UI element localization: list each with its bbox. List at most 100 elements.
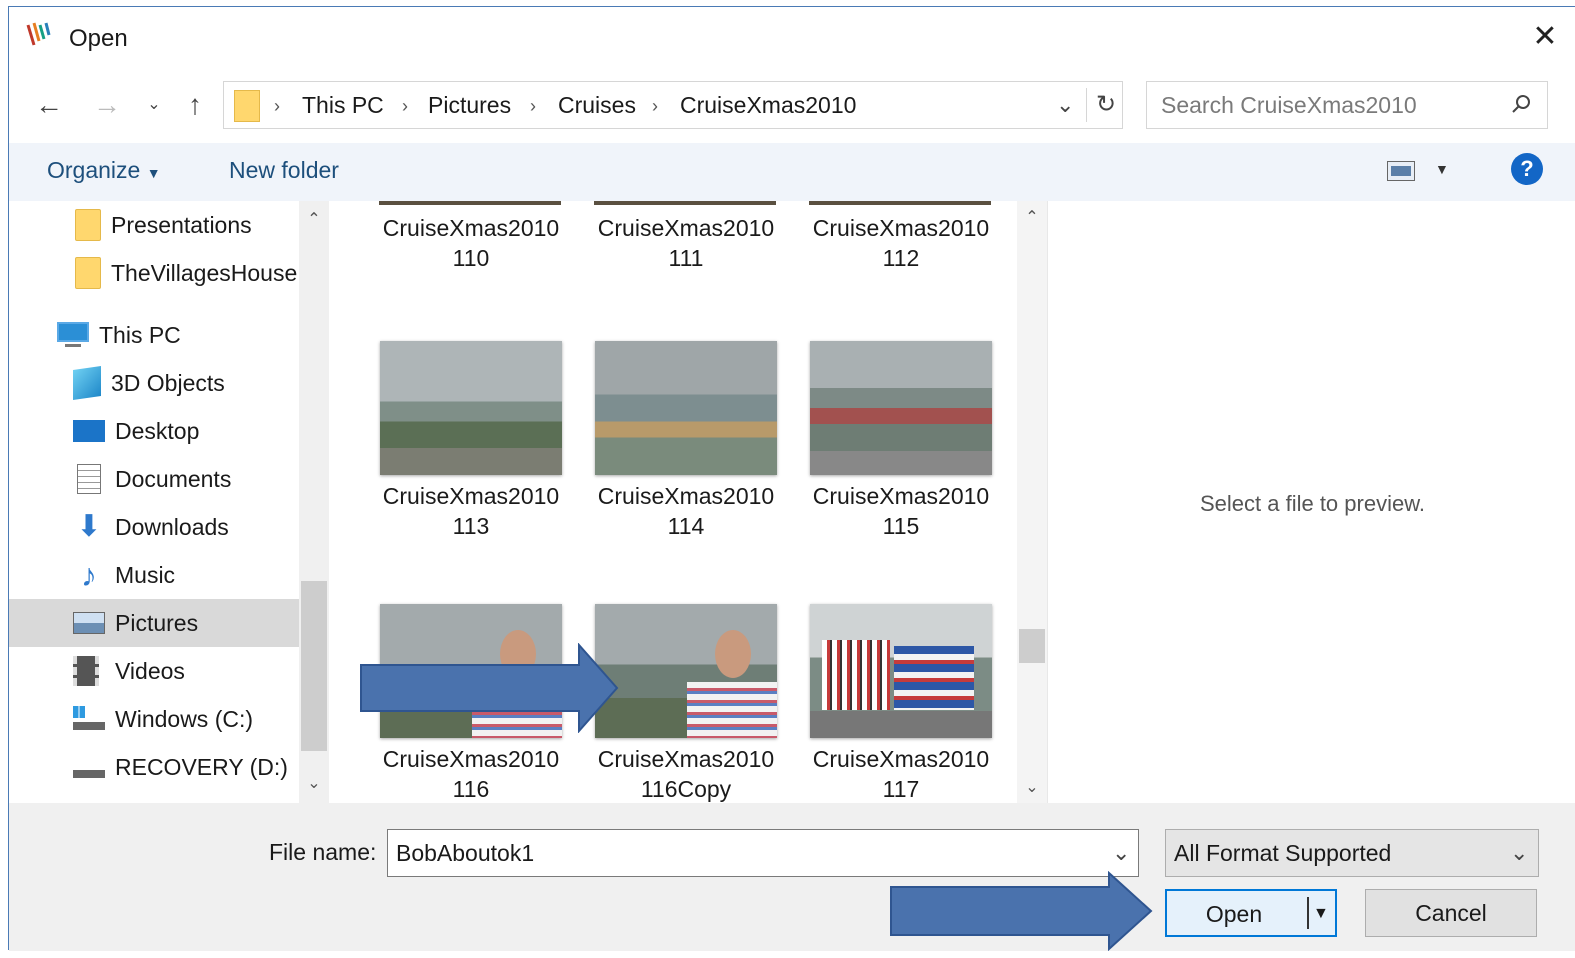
- breadcrumb-cruisexmas2010[interactable]: CruiseXmas2010: [680, 92, 856, 119]
- sidebar-item-presentations[interactable]: Presentations: [9, 201, 299, 249]
- file-name-bar: File name: ⌄ All Format Supported ⌄ Open…: [9, 803, 1575, 951]
- file-list-scrollbar-thumb[interactable]: [1019, 629, 1045, 663]
- breadcrumb-separator: ›: [274, 96, 280, 116]
- search-box[interactable]: [1146, 81, 1548, 129]
- preview-pane: Select a file to preview.: [1047, 201, 1575, 803]
- folder-icon: [234, 90, 260, 122]
- cancel-button[interactable]: Cancel: [1365, 889, 1537, 937]
- file-name-suffix: 116Copy: [640, 776, 732, 802]
- annotation-arrow: [889, 871, 1153, 951]
- file-name: CruiseXmas2010: [382, 483, 560, 509]
- file-item[interactable]: CruiseXmas2010 117: [801, 604, 1001, 803]
- file-name-input[interactable]: [396, 839, 1096, 867]
- chevron-down-icon[interactable]: ⌄: [1112, 840, 1130, 866]
- image-thumbnail: [595, 604, 777, 738]
- view-options-chevron-icon[interactable]: ▼: [1435, 161, 1449, 177]
- address-history-chevron-icon[interactable]: ⌄: [1056, 92, 1074, 118]
- sidebar-scroll-down-icon[interactable]: ⌄: [301, 773, 327, 793]
- organize-button[interactable]: Organize ▼: [47, 157, 161, 184]
- sidebar-item-music[interactable]: ♪ Music: [9, 551, 299, 599]
- back-arrow-icon[interactable]: ←: [31, 85, 67, 125]
- sidebar-item-thevillageshouse[interactable]: TheVillagesHouse: [9, 249, 299, 297]
- up-arrow-icon[interactable]: ↑: [177, 85, 213, 125]
- search-icon[interactable]: [1509, 92, 1533, 116]
- refresh-icon[interactable]: ↻: [1096, 90, 1116, 119]
- address-bar[interactable]: › This PC › Pictures › Cruises › CruiseX…: [223, 81, 1123, 129]
- image-thumbnail: [810, 604, 992, 738]
- close-icon[interactable]: ✕: [1527, 19, 1563, 55]
- sidebar-item-this-pc[interactable]: This PC: [9, 311, 299, 359]
- file-type-select[interactable]: All Format Supported ⌄: [1165, 829, 1539, 877]
- breadcrumb-this-pc[interactable]: This PC: [302, 92, 384, 119]
- organize-label: Organize: [47, 157, 141, 183]
- app-logo-icon: [25, 21, 57, 51]
- sidebar-item-label: Music: [115, 561, 176, 588]
- file-list-scroll-down-icon[interactable]: ⌄: [1019, 777, 1045, 797]
- sidebar-scroll-up-icon[interactable]: ⌃: [301, 209, 327, 229]
- file-name-combobox[interactable]: ⌄: [387, 829, 1139, 877]
- file-item[interactable]: CruiseXmas2010 110: [371, 213, 571, 273]
- sidebar-item-label: Windows (C:): [115, 705, 254, 732]
- music-icon: ♪: [81, 557, 97, 593]
- window-title: Open: [69, 25, 128, 52]
- file-type-value: All Format Supported: [1174, 840, 1392, 866]
- pictures-icon: [73, 612, 105, 634]
- preview-placeholder: Select a file to preview.: [1199, 491, 1425, 516]
- sidebar-item-videos[interactable]: Videos: [9, 647, 299, 695]
- sidebar-item-recovery-d[interactable]: RECOVERY (D:): [9, 743, 299, 791]
- file-name: CruiseXmas2010: [382, 746, 560, 772]
- drive-d-icon: [73, 752, 105, 782]
- toolbar: Organize ▼ New folder ▼ ?: [9, 143, 1575, 201]
- file-name: CruiseXmas2010: [812, 215, 990, 241]
- chevron-down-icon[interactable]: ⌄: [143, 85, 165, 125]
- file-name: CruiseXmas2010: [382, 215, 560, 241]
- file-name-suffix: 114: [667, 513, 705, 539]
- thumbnail-edge: [809, 201, 991, 205]
- downloads-icon: ⬇: [76, 510, 102, 543]
- file-item[interactable]: CruiseXmas2010 114: [586, 341, 786, 541]
- image-thumbnail: [810, 341, 992, 475]
- file-name: CruiseXmas2010: [597, 483, 775, 509]
- sidebar-item-windows-c[interactable]: Windows (C:): [9, 695, 299, 743]
- breadcrumb-separator: ›: [530, 96, 536, 116]
- file-item[interactable]: CruiseXmas2010 113: [371, 341, 571, 541]
- open-button[interactable]: Open ▼: [1165, 889, 1337, 937]
- sidebar-scrollbar-thumb[interactable]: [301, 581, 327, 751]
- sidebar-item-pictures[interactable]: Pictures: [9, 599, 299, 647]
- forward-arrow-icon[interactable]: →: [89, 85, 125, 125]
- caret-down-icon: ▼: [146, 165, 161, 181]
- sidebar-item-3d-objects[interactable]: 3D Objects: [9, 359, 299, 407]
- sidebar-item-label: TheVillagesHouse: [111, 259, 298, 286]
- open-dialog: Open ✕ ← → ⌄ ↑ › This PC › Pictures › Cr…: [8, 6, 1575, 951]
- sidebar-item-label: Downloads: [115, 513, 229, 540]
- file-list-scrollbar[interactable]: [1017, 201, 1047, 803]
- open-split-divider: [1307, 897, 1309, 929]
- file-item[interactable]: CruiseXmas2010 111: [586, 213, 786, 273]
- desktop-icon: [73, 420, 105, 442]
- file-name: CruiseXmas2010: [812, 483, 990, 509]
- file-item[interactable]: CruiseXmas2010 112: [801, 213, 1001, 273]
- image-thumbnail: [595, 341, 777, 475]
- file-list-scroll-up-icon[interactable]: ⌃: [1019, 207, 1045, 227]
- breadcrumb-separator: ›: [402, 96, 408, 116]
- file-item[interactable]: CruiseXmas2010 115: [801, 341, 1001, 541]
- file-name: CruiseXmas2010: [597, 746, 775, 772]
- sidebar-item-documents[interactable]: Documents: [9, 455, 299, 503]
- new-folder-button[interactable]: New folder: [229, 157, 339, 184]
- folder-icon: [75, 257, 101, 289]
- address-divider: [1086, 88, 1087, 122]
- file-name-suffix: 117: [882, 776, 920, 802]
- breadcrumb-cruises[interactable]: Cruises: [558, 92, 636, 119]
- sidebar-item-downloads[interactable]: ⬇ Downloads: [9, 503, 299, 551]
- sidebar-item-label: 3D Objects: [111, 369, 225, 396]
- breadcrumb-pictures[interactable]: Pictures: [428, 92, 511, 119]
- caret-down-icon[interactable]: ▼: [1313, 891, 1329, 937]
- sidebar-item-desktop[interactable]: Desktop: [9, 407, 299, 455]
- file-name-suffix: 112: [882, 245, 920, 271]
- view-options-icon[interactable]: [1387, 161, 1415, 181]
- file-name-suffix: 113: [452, 513, 490, 539]
- help-icon[interactable]: ?: [1511, 153, 1543, 185]
- 3d-objects-icon: [73, 366, 101, 400]
- search-input[interactable]: [1161, 91, 1501, 119]
- sidebar-item-label: Videos: [115, 657, 185, 684]
